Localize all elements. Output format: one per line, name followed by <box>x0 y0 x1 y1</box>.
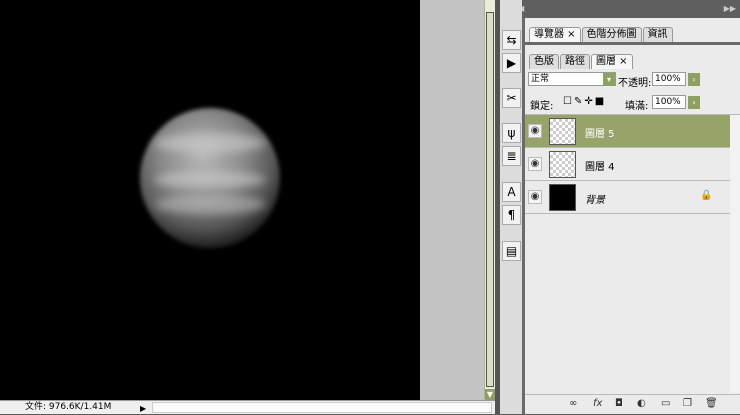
brushes-icon[interactable]: ψ <box>502 123 521 143</box>
tools-icon[interactable]: ✂ <box>502 88 521 108</box>
layers-scrollbar[interactable] <box>730 115 740 393</box>
navigator-panel: 導覽器 × 色階分佈圖 資訊 <box>525 18 740 42</box>
scroll-down-button[interactable]: ▼ <box>485 389 495 400</box>
vertical-scrollbar[interactable]: ▼ <box>484 0 495 400</box>
layers-panel: 色版 路徑 圖層 × 正常 ▾ 不透明: 100% › 鎖定: ☐✎✛■ 填滿:… <box>525 45 740 414</box>
planet-image <box>140 108 280 248</box>
layer-thumbnail <box>549 118 576 145</box>
horizontal-scrollbar[interactable] <box>152 402 492 413</box>
layers-toolbar: ∞ fx ◘ ◐ ▭ ❐ 🗑 <box>525 394 740 414</box>
layer-thumbnail <box>549 184 576 211</box>
layer-comps-icon[interactable]: ▤ <box>502 241 521 261</box>
document-window <box>0 0 484 400</box>
eye-icon[interactable]: ◉ <box>528 190 542 204</box>
adjustment-icon[interactable]: ◐ <box>637 398 646 409</box>
opacity-label: 不透明: <box>618 78 652 89</box>
layer-row[interactable]: ◉ 背景 🔒 <box>525 181 730 214</box>
navigator-icon[interactable]: ⇆ <box>502 30 521 50</box>
layer-name: 圖層 5 <box>585 129 615 140</box>
tab-info[interactable]: 資訊 <box>642 27 673 42</box>
tab-label: 圖層 <box>596 56 616 67</box>
opacity-slider-button[interactable]: › <box>688 73 700 86</box>
lock-label: 鎖定: <box>530 101 554 112</box>
new-layer-icon[interactable]: ❐ <box>683 398 692 409</box>
opacity-input[interactable]: 100% <box>652 72 686 86</box>
tab-paths[interactable]: 路徑 <box>560 54 590 69</box>
layer-row[interactable]: ◉ 圖層 5 <box>525 115 730 148</box>
chevron-down-icon[interactable]: ▾ <box>603 73 615 86</box>
lock-icons[interactable]: ☐✎✛■ <box>563 96 606 107</box>
panel-icon-strip: ⇆ ▶ ✂ ψ ≣ A ¶ ▤ <box>500 0 522 414</box>
fill-label: 填滿: <box>625 101 649 112</box>
layer-thumbnail <box>549 151 576 178</box>
tab-channels[interactable]: 色版 <box>529 54 559 69</box>
lock-icon: 🔒 <box>700 190 713 201</box>
tab-label: 導覽器 <box>534 29 564 40</box>
status-bar: 文件: 976.6K/1.41M ▶ <box>0 400 495 414</box>
eye-icon[interactable]: ◉ <box>528 157 542 171</box>
link-icon[interactable]: ∞ <box>569 398 577 409</box>
expand-icon[interactable]: ▶▶ <box>724 0 736 18</box>
tab-navigator[interactable]: 導覽器 × <box>529 27 581 42</box>
mask-icon[interactable]: ◘ <box>615 398 623 409</box>
fill-input[interactable]: 100% <box>652 95 686 109</box>
fill-slider-button[interactable]: › <box>688 96 700 109</box>
character-icon[interactable]: A <box>502 182 521 202</box>
panel-dock-header: ◀◀▶▶ <box>500 0 740 18</box>
tab-histogram[interactable]: 色階分佈圖 <box>581 27 642 42</box>
clone-source-icon[interactable]: ≣ <box>502 146 521 166</box>
scroll-thumb[interactable] <box>486 12 494 387</box>
file-size-info: 文件: 976.6K/1.41M <box>25 402 112 412</box>
fx-icon[interactable]: fx <box>593 398 602 409</box>
layer-name: 圖層 4 <box>585 162 615 173</box>
layer-name: 背景 <box>585 195 605 206</box>
panel-dock: 導覽器 × 色階分佈圖 資訊 色版 路徑 圖層 × 正常 ▾ 不透明: 100%… <box>522 18 740 414</box>
trash-icon[interactable]: 🗑 <box>705 398 718 409</box>
layer-row[interactable]: ◉ 圖層 4 <box>525 148 730 181</box>
tab-layers[interactable]: 圖層 × <box>591 54 633 69</box>
image-canvas[interactable] <box>0 0 420 400</box>
eye-icon[interactable]: ◉ <box>528 124 542 138</box>
actions-icon[interactable]: ▶ <box>502 53 521 73</box>
status-menu-arrow[interactable]: ▶ <box>140 402 150 413</box>
folder-icon[interactable]: ▭ <box>661 398 670 409</box>
paragraph-icon[interactable]: ¶ <box>502 205 521 225</box>
layers-list: ◉ 圖層 5 ◉ 圖層 4 ◉ 背景 🔒 <box>525 114 740 393</box>
